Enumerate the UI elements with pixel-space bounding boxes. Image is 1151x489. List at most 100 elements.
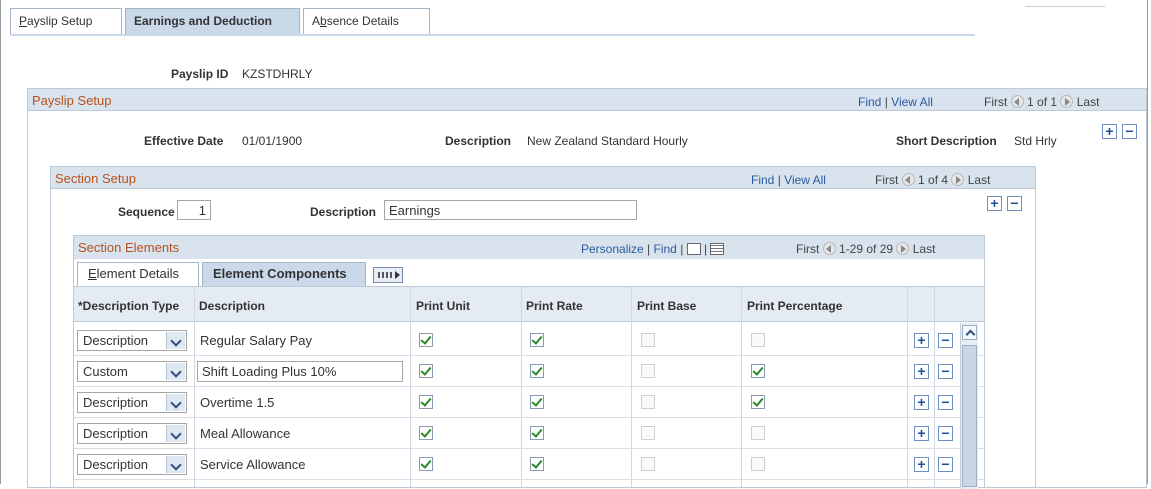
print-base-checkbox bbox=[641, 364, 655, 378]
delete-section-button[interactable]: − bbox=[1007, 196, 1022, 211]
section-description-input[interactable]: Earnings bbox=[384, 200, 637, 220]
add-row-button[interactable]: + bbox=[914, 395, 929, 410]
print-unit-checkbox[interactable] bbox=[419, 457, 433, 471]
description-type-select[interactable]: Description bbox=[77, 330, 187, 351]
print-percentage-checkbox[interactable] bbox=[751, 395, 765, 409]
tab-payslip-setup[interactable]: Payslip Setup bbox=[10, 8, 122, 35]
next-row-icon bbox=[951, 173, 965, 186]
personalize-link[interactable]: Personalize bbox=[581, 242, 644, 256]
print-rate-checkbox[interactable] bbox=[530, 364, 544, 378]
last-label: Last bbox=[912, 242, 936, 256]
element-description: Meal Allowance bbox=[200, 426, 291, 441]
print-percentage-checkbox bbox=[751, 426, 765, 440]
section-setup-title: Section Setup bbox=[55, 171, 136, 186]
table-row: Description Regular Salary Pay + − bbox=[74, 325, 984, 356]
chevron-down-icon bbox=[166, 456, 185, 473]
tab-absence-details[interactable]: Absence Details bbox=[303, 8, 430, 35]
tab-element-details[interactable]: Element Details bbox=[77, 262, 199, 286]
print-base-checkbox bbox=[641, 333, 655, 347]
window-border-right bbox=[1147, 0, 1148, 484]
view-all-link[interactable]: View All bbox=[891, 95, 933, 109]
print-rate-checkbox[interactable] bbox=[530, 457, 544, 471]
table-row: Description Meal Allowance + − bbox=[74, 418, 984, 449]
tab-underline bbox=[10, 34, 975, 36]
find-link[interactable]: Find bbox=[751, 173, 774, 187]
sequence-input[interactable]: 1 bbox=[177, 200, 211, 220]
col-description: Description bbox=[199, 299, 266, 313]
payslip-id-label: Payslip ID bbox=[171, 67, 229, 81]
print-rate-checkbox[interactable] bbox=[530, 395, 544, 409]
row-count: 1-29 of 29 bbox=[839, 242, 894, 256]
short-description-label: Short Description bbox=[896, 134, 997, 148]
print-percentage-checkbox[interactable] bbox=[751, 364, 765, 378]
section-description-label: Description bbox=[310, 205, 377, 219]
chevron-down-icon bbox=[166, 332, 185, 349]
select-value: Description bbox=[83, 426, 149, 441]
print-unit-checkbox[interactable] bbox=[419, 426, 433, 440]
next-rows-icon bbox=[896, 242, 910, 255]
show-all-columns-icon[interactable] bbox=[373, 267, 403, 283]
element-description: Service Allowance bbox=[200, 457, 306, 472]
delete-row-button[interactable]: − bbox=[1122, 124, 1137, 139]
tab-label-pre: A bbox=[312, 14, 321, 28]
section-elements-grid: Section Elements Personalize | Find | | … bbox=[73, 235, 985, 489]
tab-label: ayslip Setup bbox=[27, 14, 93, 28]
previous-row-icon bbox=[901, 173, 915, 186]
print-unit-checkbox[interactable] bbox=[419, 333, 433, 347]
window-border-left bbox=[0, 0, 1, 484]
find-link[interactable]: Find bbox=[654, 242, 677, 256]
delete-row-button[interactable]: − bbox=[938, 333, 953, 348]
scroll-thumb[interactable] bbox=[962, 345, 977, 487]
scroll-up-icon[interactable] bbox=[962, 325, 977, 340]
print-unit-checkbox[interactable] bbox=[419, 364, 433, 378]
col-print-unit: Print Unit bbox=[416, 299, 470, 313]
description-type-select[interactable]: Description bbox=[77, 392, 187, 413]
print-percentage-checkbox bbox=[751, 333, 765, 347]
table-row: Description Service Allowance + − bbox=[74, 449, 984, 480]
find-link[interactable]: Find bbox=[858, 95, 881, 109]
col-print-base: Print Base bbox=[637, 299, 697, 313]
download-to-spreadsheet-icon[interactable] bbox=[710, 243, 725, 255]
print-unit-checkbox[interactable] bbox=[419, 395, 433, 409]
section-setup-header: Section Setup Find | View All First 1 of… bbox=[51, 167, 1035, 189]
print-rate-checkbox[interactable] bbox=[530, 426, 544, 440]
tab-label: lement Details bbox=[96, 266, 180, 281]
description-type-select[interactable]: Description bbox=[77, 454, 187, 475]
print-rate-checkbox[interactable] bbox=[530, 333, 544, 347]
description-type-select[interactable]: Description bbox=[77, 423, 187, 444]
add-section-button[interactable]: + bbox=[987, 196, 1002, 211]
select-value: Description bbox=[83, 333, 149, 348]
add-row-button[interactable]: + bbox=[914, 457, 929, 472]
description-value: New Zealand Standard Hourly bbox=[527, 134, 688, 148]
add-row-button[interactable]: + bbox=[914, 364, 929, 379]
col-description-type: *Description Type bbox=[78, 299, 180, 313]
select-value: Description bbox=[83, 395, 149, 410]
last-label: Last bbox=[967, 173, 991, 187]
row-count: 1 of 4 bbox=[918, 173, 949, 187]
add-row-button[interactable]: + bbox=[1102, 124, 1117, 139]
element-description-input[interactable]: Shift Loading Plus 10% bbox=[197, 361, 403, 382]
description-type-select[interactable]: Custom bbox=[77, 361, 187, 382]
select-value: Description bbox=[83, 457, 149, 472]
short-description-value: Std Hrly bbox=[1014, 134, 1057, 148]
description-label: Description bbox=[445, 134, 512, 148]
separator: | bbox=[777, 173, 781, 187]
separator: | bbox=[680, 242, 684, 256]
separator: | bbox=[704, 242, 708, 256]
chevron-down-icon bbox=[166, 425, 185, 442]
vertical-scrollbar[interactable] bbox=[960, 323, 978, 489]
view-in-new-window-icon[interactable] bbox=[686, 243, 701, 255]
tab-earnings-and-deduction[interactable]: Earnings and Deduction bbox=[125, 8, 300, 35]
delete-row-button[interactable]: − bbox=[938, 426, 953, 441]
tab-element-components[interactable]: Element Components bbox=[202, 262, 366, 286]
add-row-button[interactable]: + bbox=[914, 333, 929, 348]
delete-row-button[interactable]: − bbox=[938, 395, 953, 410]
print-base-checkbox bbox=[641, 426, 655, 440]
delete-row-button[interactable]: − bbox=[938, 364, 953, 379]
chevron-down-icon bbox=[166, 394, 185, 411]
top-divider bbox=[1025, 6, 1105, 7]
add-row-button[interactable]: + bbox=[914, 426, 929, 441]
view-all-link[interactable]: View All bbox=[784, 173, 826, 187]
delete-row-button[interactable]: − bbox=[938, 457, 953, 472]
payslip-id-value: KZSTDHRLY bbox=[242, 67, 313, 81]
